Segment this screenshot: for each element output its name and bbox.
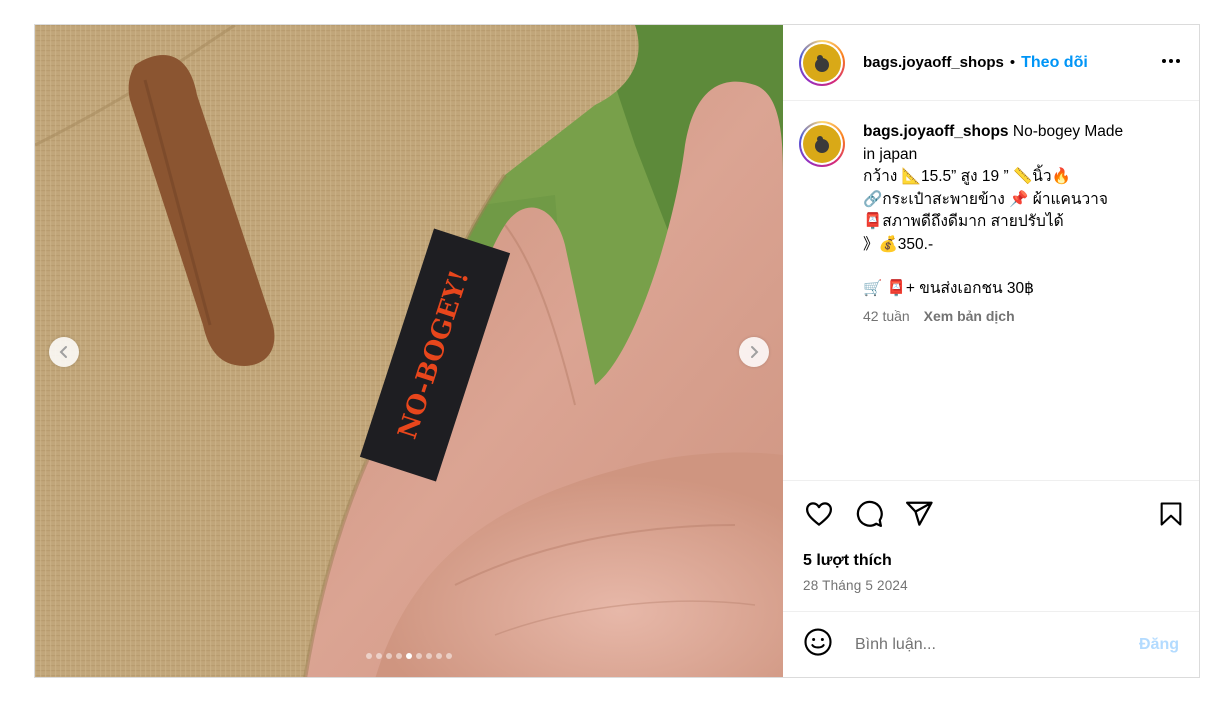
likes-count[interactable]: 5 lượt thích (783, 552, 1199, 570)
translate-link[interactable]: Xem bản dịch (924, 308, 1015, 324)
caption-line: กว้าง 📐15.5” สูง 19 ” 📏นิ้ว🔥 (863, 168, 1071, 185)
post-age: 42 tuần (863, 307, 910, 324)
carousel-dot (396, 653, 402, 659)
avatar[interactable] (799, 39, 845, 86)
bookmark-icon (1160, 501, 1182, 526)
prev-image-button[interactable] (49, 337, 79, 367)
comment-box: Đăng (783, 611, 1199, 677)
carousel-dot (426, 653, 432, 659)
share-button[interactable] (903, 498, 935, 530)
comment-input[interactable] (853, 634, 1139, 655)
action-bar (783, 480, 1199, 546)
share-icon (906, 501, 933, 526)
chevron-left-icon (59, 346, 67, 358)
caption-line: No-bogey Made (1012, 123, 1124, 140)
carousel-dot (366, 653, 372, 659)
more-options-button[interactable] (1159, 49, 1183, 77)
shop-logo-icon (815, 136, 829, 153)
caption-line: in japan (863, 145, 918, 163)
comment-icon (856, 500, 883, 527)
heart-icon (806, 501, 832, 526)
more-horizontal-icon (1162, 58, 1180, 63)
comment-button[interactable] (853, 498, 885, 530)
caption-avatar[interactable] (799, 121, 845, 167)
follow-button[interactable]: Theo dõi (1021, 54, 1088, 72)
caption-line: 📮สภาพดีถึงดีมาก สายปรับได้ (863, 213, 1064, 230)
emoji-button[interactable] (803, 627, 833, 662)
save-button[interactable] (1155, 498, 1187, 530)
separator-dot: • (1009, 54, 1016, 71)
carousel-dot (386, 653, 392, 659)
caption-meta: 42 tuần Xem bản dịch (863, 305, 1123, 328)
caption-line: 🔗กระเป๋าสะพายข้าง 📌 ผ้าแคนวาจ (863, 190, 1108, 208)
caption-username[interactable]: bags.joyaoff_shops (863, 123, 1009, 140)
post-date: 28 Tháng 5 2024 (803, 578, 908, 593)
carousel-dot (416, 653, 422, 659)
instagram-post: NO-BOGEY! bags.joyaoff_shops • Theo dõi … (34, 24, 1200, 678)
caption-text: bags.joyaoff_shops No-bogey Made in japa… (863, 121, 1123, 480)
shop-logo-icon (815, 54, 829, 72)
post-header: bags.joyaoff_shops • Theo dõi (783, 25, 1199, 101)
emoji-icon (804, 628, 832, 656)
carousel-dot (436, 653, 442, 659)
chevron-right-icon (751, 346, 759, 358)
username-link[interactable]: bags.joyaoff_shops (863, 54, 1004, 71)
carousel-dot (406, 653, 412, 659)
post-image[interactable]: NO-BOGEY! (35, 25, 783, 677)
carousel-indicator (35, 653, 783, 659)
like-button[interactable] (803, 498, 835, 530)
caption-line: 》💰350.- (863, 235, 934, 253)
carousel-dot (446, 653, 452, 659)
caption-section: bags.joyaoff_shops No-bogey Made in japa… (783, 101, 1199, 480)
carousel-dot (376, 653, 382, 659)
post-comment-button[interactable]: Đăng (1139, 636, 1179, 654)
caption-line: 🛒 📮+ ขนส่งเอกชน 30฿ (863, 280, 1034, 297)
post-sidebar: bags.joyaoff_shops • Theo dõi bags.joyao… (783, 25, 1199, 677)
next-image-button[interactable] (739, 337, 769, 367)
bag-photo: NO-BOGEY! (35, 25, 783, 677)
